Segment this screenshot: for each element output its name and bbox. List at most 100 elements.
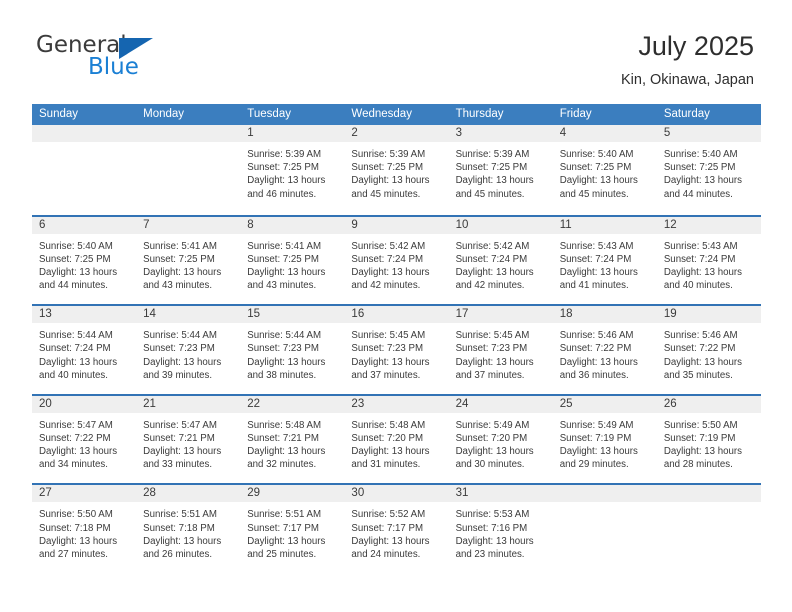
day-cell[interactable]: 2 Sunrise: 5:39 AM Sunset: 7:25 PM Dayli… [344,125,449,215]
day-cell[interactable]: 11 Sunrise: 5:43 AM Sunset: 7:24 PM Dayl… [552,216,657,305]
day-info: Sunrise: 5:44 AM Sunset: 7:23 PM Dayligh… [136,323,240,382]
day-cell[interactable]: 25 Sunrise: 5:49 AM Sunset: 7:19 PM Dayl… [552,395,657,484]
day-cell[interactable]: 24 Sunrise: 5:49 AM Sunset: 7:20 PM Dayl… [448,395,553,484]
daylight-text-line2: and 26 minutes. [143,548,213,560]
day-cell[interactable]: 22 Sunrise: 5:48 AM Sunset: 7:21 PM Dayl… [240,395,345,484]
day-number-band: 23 [344,395,449,413]
day-cell[interactable]: 29 Sunrise: 5:51 AM Sunset: 7:17 PM Dayl… [240,485,345,573]
day-info: Sunrise: 5:43 AM Sunset: 7:24 PM Dayligh… [553,234,657,293]
sunrise-text: Sunrise: 5:40 AM [39,240,113,252]
sunrise-text: Sunrise: 5:41 AM [143,240,217,252]
day-number-band: 10 [448,216,553,234]
daylight-text-line1: Daylight: 13 hours [39,446,118,458]
daylight-text-line2: and 36 minutes. [559,369,629,381]
day-number-band: 30 [344,485,449,503]
weekday-header-sunday: Sunday [39,108,79,120]
day-info: Sunrise: 5:39 AM Sunset: 7:25 PM Dayligh… [449,142,553,201]
day-cell[interactable]: 31 Sunrise: 5:53 AM Sunset: 7:16 PM Dayl… [448,485,553,573]
sunset-text: Sunset: 7:24 PM [455,253,528,265]
day-number-band: 6 [32,216,137,234]
day-cell[interactable]: 21 Sunrise: 5:47 AM Sunset: 7:21 PM Dayl… [136,395,241,484]
day-info: Sunrise: 5:46 AM Sunset: 7:22 PM Dayligh… [657,323,761,382]
day-number-band: 25 [552,395,657,413]
daylight-text-line2: and 27 minutes. [39,548,108,560]
day-number-band: 14 [136,306,241,324]
day-number: 2 [351,127,358,139]
day-cell[interactable]: 23 Sunrise: 5:48 AM Sunset: 7:20 PM Dayl… [344,395,449,484]
day-cell[interactable]: 6 Sunrise: 5:40 AM Sunset: 7:25 PM Dayli… [32,216,137,305]
day-cell[interactable]: 28 Sunrise: 5:51 AM Sunset: 7:18 PM Dayl… [136,485,241,573]
sunset-text: Sunset: 7:24 PM [559,253,632,265]
daylight-text-line1: Daylight: 13 hours [455,356,534,368]
daylight-text-line2: and 46 minutes. [247,188,317,200]
day-number-band: 2 [344,125,449,142]
day-info: Sunrise: 5:47 AM Sunset: 7:21 PM Dayligh… [136,413,240,472]
day-cell[interactable]: 27 Sunrise: 5:50 AM Sunset: 7:18 PM Dayl… [32,485,137,573]
sunset-text: Sunset: 7:19 PM [663,432,736,444]
daylight-text-line1: Daylight: 13 hours [663,175,742,187]
day-info [32,142,136,148]
day-info: Sunrise: 5:51 AM Sunset: 7:17 PM Dayligh… [240,502,344,561]
day-cell[interactable]: 13 Sunrise: 5:44 AM Sunset: 7:24 PM Dayl… [32,306,137,394]
day-info: Sunrise: 5:48 AM Sunset: 7:21 PM Dayligh… [240,413,344,472]
day-number: 29 [247,487,261,500]
sunrise-text: Sunrise: 5:48 AM [351,419,426,431]
day-number: 12 [663,218,677,231]
sunrise-text: Sunrise: 5:47 AM [143,419,217,431]
day-number-band: 9 [344,216,449,234]
day-cell[interactable]: 16 Sunrise: 5:45 AM Sunset: 7:23 PM Dayl… [344,306,449,394]
day-cell[interactable]: 20 Sunrise: 5:47 AM Sunset: 7:22 PM Dayl… [32,395,137,484]
day-number: 19 [663,308,677,321]
day-number-band: 26 [656,395,761,413]
sunset-text: Sunset: 7:24 PM [39,343,111,355]
day-number-band: 5 [656,125,761,142]
day-cell [32,125,137,215]
day-info: Sunrise: 5:50 AM Sunset: 7:19 PM Dayligh… [657,413,761,472]
day-cell[interactable]: 15 Sunrise: 5:44 AM Sunset: 7:23 PM Dayl… [240,306,345,394]
day-number-band: 28 [136,485,241,503]
day-cell[interactable]: 1 Sunrise: 5:39 AM Sunset: 7:25 PM Dayli… [240,125,345,215]
day-info: Sunrise: 5:42 AM Sunset: 7:24 PM Dayligh… [449,234,553,293]
day-cell[interactable]: 19 Sunrise: 5:46 AM Sunset: 7:22 PM Dayl… [656,306,761,394]
daylight-text-line2: and 41 minutes. [559,280,629,292]
daylight-text-line1: Daylight: 13 hours [143,356,222,368]
day-cell[interactable]: 30 Sunrise: 5:52 AM Sunset: 7:17 PM Dayl… [344,485,449,573]
day-info [553,502,657,508]
day-number-band: 13 [32,306,137,324]
weekday-header-friday: Friday [559,108,592,120]
daylight-text-line2: and 45 minutes. [455,188,525,200]
day-number: 18 [559,308,573,321]
day-cell[interactable]: 8 Sunrise: 5:41 AM Sunset: 7:25 PM Dayli… [240,216,345,305]
daylight-text-line1: Daylight: 13 hours [39,535,118,547]
day-cell[interactable]: 7 Sunrise: 5:41 AM Sunset: 7:25 PM Dayli… [136,216,241,305]
day-info: Sunrise: 5:40 AM Sunset: 7:25 PM Dayligh… [553,142,657,201]
day-cell[interactable]: 10 Sunrise: 5:42 AM Sunset: 7:24 PM Dayl… [448,216,553,305]
day-number-band: 16 [344,306,449,324]
day-cell[interactable]: 4 Sunrise: 5:40 AM Sunset: 7:25 PM Dayli… [552,125,657,215]
day-cell[interactable]: 18 Sunrise: 5:46 AM Sunset: 7:22 PM Dayl… [552,306,657,394]
general-blue-logo[interactable]: General Blue [36,32,236,84]
day-cell[interactable]: 14 Sunrise: 5:44 AM Sunset: 7:23 PM Dayl… [136,306,241,394]
sunrise-text: Sunrise: 5:43 AM [663,240,738,252]
day-cell[interactable]: 9 Sunrise: 5:42 AM Sunset: 7:24 PM Dayli… [344,216,449,305]
sunrise-text: Sunrise: 5:44 AM [143,330,217,342]
day-number: 11 [559,218,572,231]
day-number: 17 [455,308,469,321]
sunset-text: Sunset: 7:18 PM [143,522,215,534]
sunrise-text: Sunrise: 5:39 AM [247,149,322,160]
sunset-text: Sunset: 7:21 PM [247,432,319,444]
daylight-text-line2: and 37 minutes. [455,369,525,381]
daylight-text-line2: and 42 minutes. [455,280,525,292]
daylight-text-line1: Daylight: 13 hours [247,267,326,278]
sunset-text: Sunset: 7:19 PM [559,432,632,444]
daylight-text-line1: Daylight: 13 hours [247,175,326,187]
sunrise-text: Sunrise: 5:41 AM [247,240,322,252]
day-cell[interactable]: 26 Sunrise: 5:50 AM Sunset: 7:19 PM Dayl… [656,395,761,484]
sunrise-text: Sunrise: 5:46 AM [559,330,634,342]
day-number: 10 [455,218,469,231]
day-cell[interactable]: 17 Sunrise: 5:45 AM Sunset: 7:23 PM Dayl… [448,306,553,394]
day-cell[interactable]: 5 Sunrise: 5:40 AM Sunset: 7:25 PM Dayli… [656,125,761,215]
day-cell[interactable]: 12 Sunrise: 5:43 AM Sunset: 7:24 PM Dayl… [656,216,761,305]
day-info: Sunrise: 5:49 AM Sunset: 7:19 PM Dayligh… [553,413,657,472]
day-cell[interactable]: 3 Sunrise: 5:39 AM Sunset: 7:25 PM Dayli… [448,125,553,215]
